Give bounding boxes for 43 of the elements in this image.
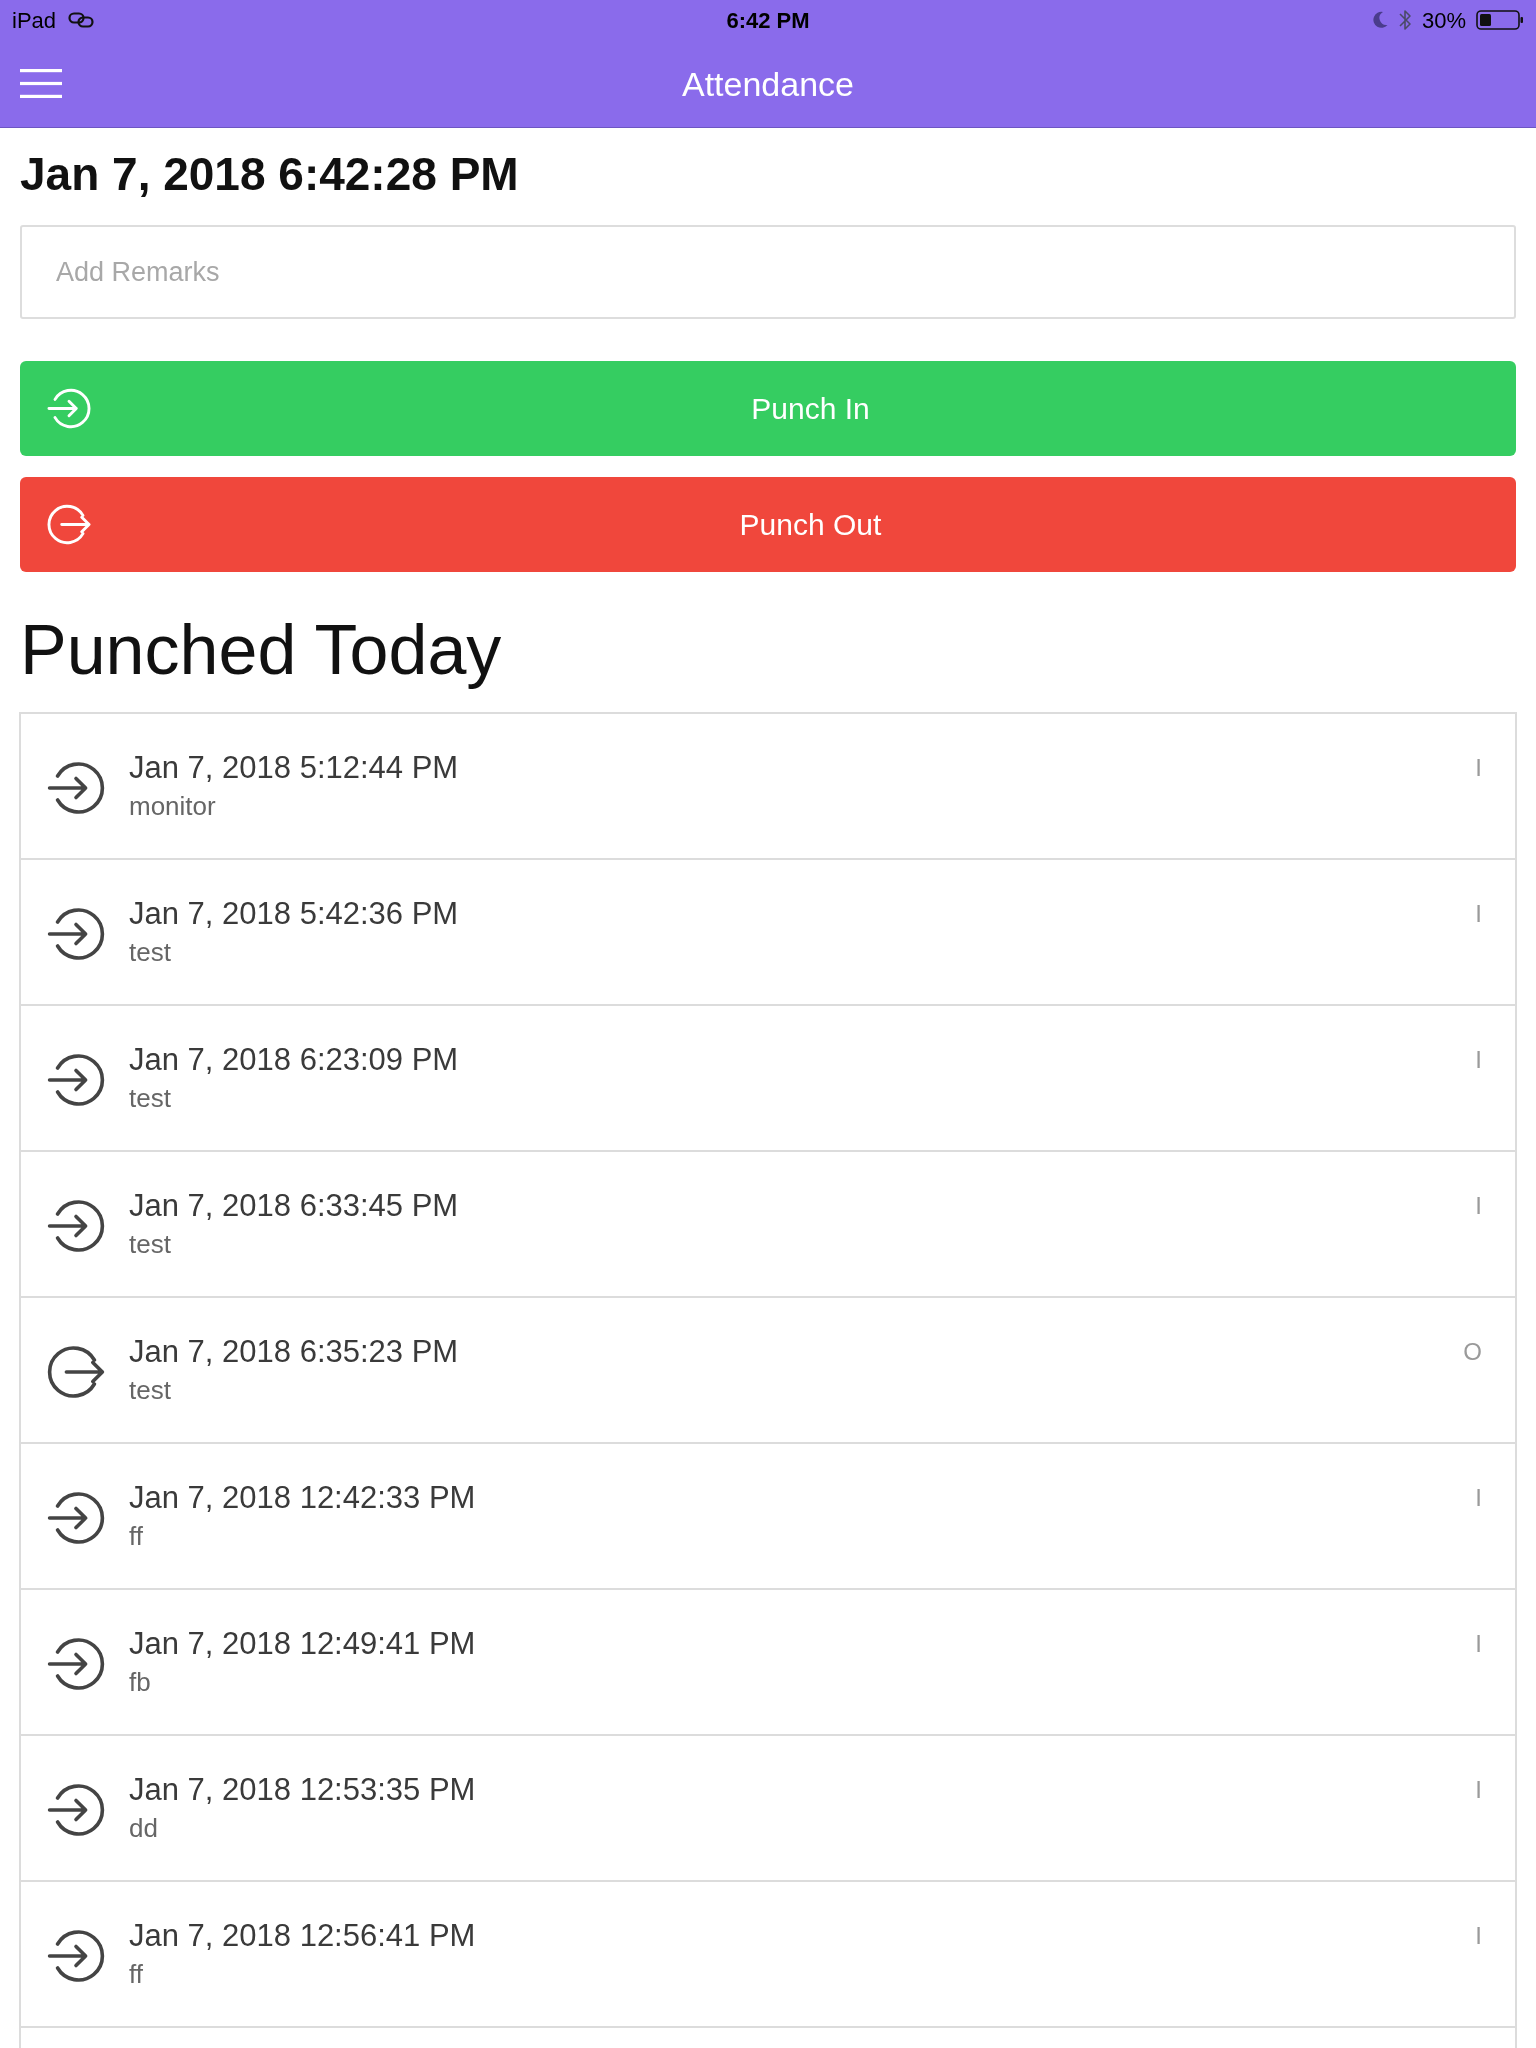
punch-time: Jan 7, 2018 5:42:36 PM — [129, 895, 459, 933]
menu-icon[interactable] — [20, 69, 62, 98]
section-heading: Punched Today — [20, 610, 502, 690]
circle-arrow-in-icon — [47, 388, 91, 429]
punch-remark: test — [129, 1228, 171, 1260]
punch-time: Jan 7, 2018 5:12:44 PM — [129, 749, 459, 787]
punch-remark: dd — [129, 1812, 158, 1844]
punch-time: Jan 7, 2018 6:35:23 PM — [129, 1333, 459, 1371]
punch-type-letter: I — [1475, 1775, 1482, 1805]
device-name: iPad — [12, 6, 57, 35]
punch-remark: test — [129, 936, 171, 968]
punch-out-button[interactable]: Punch Out — [20, 477, 1516, 572]
punch-in-button[interactable]: Punch In — [20, 361, 1516, 456]
link-icon — [68, 12, 95, 28]
current-datetime: Jan 7, 2018 6:42:28 PM — [20, 147, 519, 202]
punch-time: Jan 7, 2018 12:49:41 PM — [129, 1625, 476, 1663]
punch-type-letter: I — [1475, 753, 1482, 783]
punch-remark: test — [129, 1374, 171, 1406]
moon-icon — [1371, 11, 1388, 29]
punch-type-letter: I — [1475, 1191, 1482, 1221]
bluetooth-icon — [1397, 8, 1412, 32]
punch-type-letter: I — [1475, 1045, 1482, 1075]
punch-time: Jan 7, 2018 6:23:09 PM — [129, 1041, 459, 1079]
punch-remark: fb — [129, 1666, 151, 1698]
punch-remark: ff — [129, 1958, 143, 1990]
punch-type-letter: O — [1463, 1337, 1482, 1367]
punch-type-letter: I — [1475, 1921, 1482, 1951]
punch-type-letter: I — [1475, 899, 1482, 929]
punch-remark: test — [129, 1082, 171, 1114]
punch-remark: monitor — [129, 790, 216, 822]
battery-icon — [1476, 10, 1524, 30]
punch-time: Jan 7, 2018 6:33:45 PM — [129, 1187, 459, 1225]
punch-type-letter: I — [1475, 1629, 1482, 1659]
status-time: 6:42 PM — [726, 6, 810, 35]
screen-title: Attendance — [682, 63, 854, 104]
remarks-field[interactable]: Add Remarks — [20, 225, 1516, 319]
punch-type-letter: I — [1475, 1483, 1482, 1513]
punch-time: Jan 7, 2018 12:56:41 PM — [129, 1917, 476, 1955]
punch-remark: ff — [129, 1520, 143, 1552]
circle-arrow-out-icon — [47, 504, 91, 545]
punch-time: Jan 7, 2018 12:42:33 PM — [129, 1479, 476, 1517]
battery-percentage: 30% — [1421, 6, 1466, 35]
punch-time: Jan 7, 2018 12:53:35 PM — [129, 1771, 476, 1809]
